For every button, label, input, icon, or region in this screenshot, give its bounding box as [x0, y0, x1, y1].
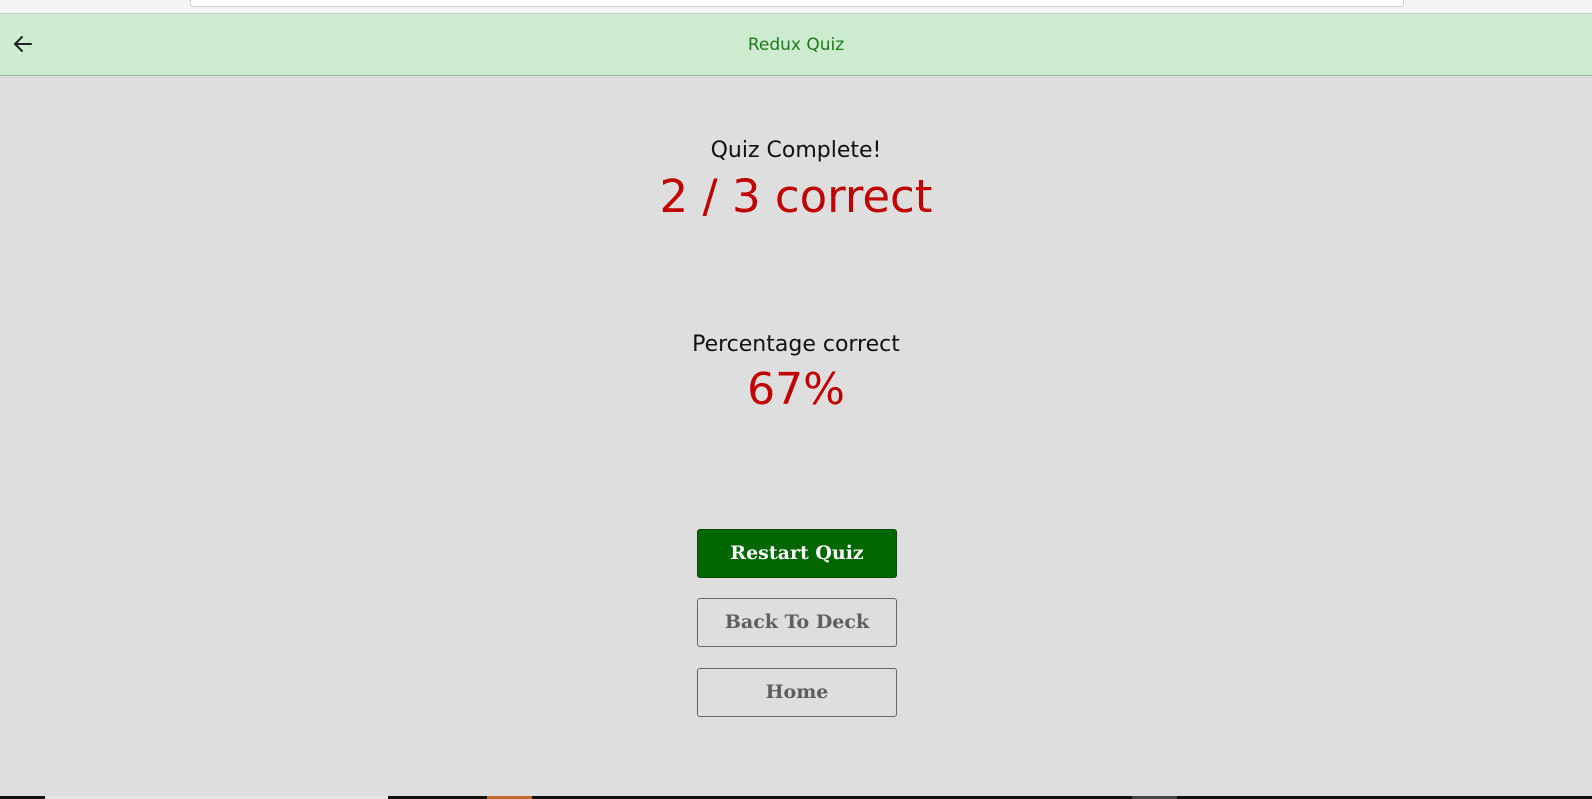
address-bar[interactable]: [190, 0, 1404, 7]
back-to-deck-button[interactable]: Back To Deck: [697, 598, 897, 647]
score-text: 2 / 3 correct: [659, 170, 933, 223]
restart-quiz-button[interactable]: Restart Quiz: [697, 529, 897, 578]
arrow-left-icon[interactable]: [10, 31, 36, 57]
app-header: Redux Quiz: [0, 13, 1592, 76]
browser-top-strip: [0, 0, 1592, 13]
percentage-label: Percentage correct: [692, 332, 900, 357]
quiz-complete-heading: Quiz Complete!: [710, 138, 882, 163]
percentage-value: 67%: [747, 364, 845, 415]
app-title: Redux Quiz: [747, 35, 845, 55]
quiz-results: Quiz Complete! 2 / 3 correct Percentage …: [0, 76, 1592, 796]
home-button[interactable]: Home: [697, 668, 897, 717]
